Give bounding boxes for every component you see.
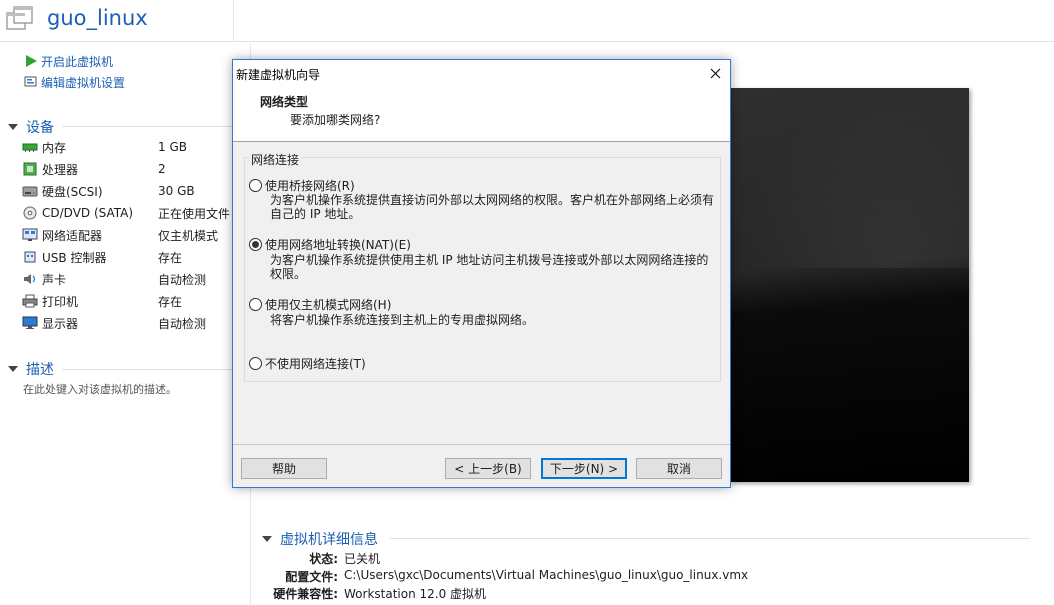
devices-heading: 设备 — [26, 120, 54, 136]
device-name: 硬盘(SCSI) — [42, 184, 103, 199]
device-name: USB 控制器 — [42, 250, 107, 265]
device-row-processor[interactable]: 处理器 2 — [22, 159, 250, 179]
device-row-usb[interactable]: USB 控制器 存在 — [22, 247, 250, 267]
section-divider — [62, 369, 232, 370]
vm-screen-preview[interactable] — [730, 88, 969, 482]
radio-circle[interactable] — [249, 179, 262, 192]
detail-row-config: 配置文件: C:\Users\gxc\Documents\Virtual Mac… — [262, 568, 1042, 586]
cd-dvd-icon — [23, 206, 37, 220]
collapse-triangle-icon — [8, 366, 18, 372]
radio-host-only[interactable]: 使用仅主机模式网络(H) — [249, 296, 391, 313]
collapse-triangle-icon — [262, 536, 272, 542]
network-adapter-icon — [22, 228, 38, 241]
group-label: 网络连接 — [249, 151, 302, 168]
device-row-sound-card[interactable]: 声卡 自动检测 — [22, 269, 250, 289]
radio-circle[interactable] — [249, 238, 262, 251]
page-subheading: 要添加哪类网络? — [290, 113, 381, 127]
radio-description: 为客户机操作系统提供直接访问外部以太网网络的权限。客户机在外部网络上必须有自己的… — [270, 193, 715, 221]
radio-nat[interactable]: 使用网络地址转换(NAT)(E) — [249, 236, 411, 253]
close-button[interactable] — [701, 61, 729, 85]
devices-section-header[interactable]: 设备 — [8, 117, 54, 137]
detail-value: 已关机 — [344, 552, 381, 566]
sound-card-icon — [24, 274, 36, 284]
edit-settings-link[interactable]: 编辑虚拟机设置 — [24, 74, 125, 90]
back-button[interactable]: < 上一步(B) — [445, 458, 531, 479]
virtual-machine-icon — [6, 6, 33, 30]
close-icon — [710, 68, 720, 78]
vm-title: guo_linux — [47, 6, 148, 30]
power-on-label: 开启此虚拟机 — [41, 54, 114, 69]
device-name: CD/DVD (SATA) — [42, 206, 134, 220]
usb-icon — [24, 251, 36, 263]
radio-label: 使用网络地址转换(NAT)(E) — [265, 238, 411, 252]
detail-row-status: 状态: 已关机 — [262, 550, 1042, 568]
dialog-banner: 网络类型 要添加哪类网络? — [233, 86, 730, 142]
device-name: 打印机 — [42, 294, 79, 309]
detail-value: C:\Users\gxc\Documents\Virtual Machines\… — [344, 568, 749, 582]
new-vm-wizard-dialog: 新建虚拟机向导 网络类型 要添加哪类网络? 网络连接 使用桥接网络(R) 为客户… — [232, 59, 731, 488]
header-divider — [233, 0, 234, 42]
device-row-hard-disk[interactable]: 硬盘(SCSI) 30 GB — [22, 181, 250, 201]
device-row-memory[interactable]: 内存 1 GB — [22, 137, 250, 157]
help-button[interactable]: 帮助 — [241, 458, 327, 479]
dialog-titlebar[interactable]: 新建虚拟机向导 — [233, 60, 730, 86]
power-on-link[interactable]: 开启此虚拟机 — [24, 53, 113, 69]
radio-label: 不使用网络连接(T) — [265, 357, 366, 371]
radio-circle[interactable] — [249, 357, 262, 370]
details-heading: 虚拟机详细信息 — [280, 532, 378, 548]
hard-disk-icon — [22, 186, 38, 197]
device-name: 网络适配器 — [42, 228, 103, 243]
device-row-cd-dvd[interactable]: CD/DVD (SATA) 正在使用文件 E: — [22, 203, 250, 223]
memory-icon — [22, 143, 38, 152]
page-heading: 网络类型 — [260, 95, 309, 109]
printer-icon — [22, 294, 38, 308]
device-name: 声卡 — [42, 272, 67, 287]
detail-label: 状态: — [309, 552, 338, 566]
device-row-printer[interactable]: 打印机 存在 — [22, 291, 250, 311]
vm-header: guo_linux — [0, 0, 1054, 42]
footer-divider — [233, 444, 730, 445]
cancel-button[interactable]: 取消 — [636, 458, 722, 479]
radio-label: 使用仅主机模式网络(H) — [265, 298, 392, 312]
radio-bridged[interactable]: 使用桥接网络(R) — [249, 177, 355, 194]
radio-no-network[interactable]: 不使用网络连接(T) — [249, 355, 366, 372]
processor-icon — [23, 162, 37, 176]
device-name: 显示器 — [42, 316, 79, 331]
device-row-network-adapter[interactable]: 网络适配器 仅主机模式 — [22, 225, 250, 245]
radio-label: 使用桥接网络(R) — [265, 179, 355, 193]
section-divider — [62, 126, 232, 127]
radio-circle[interactable] — [249, 298, 262, 311]
play-icon — [24, 54, 38, 68]
dialog-title: 新建虚拟机向导 — [236, 68, 321, 82]
next-button[interactable]: 下一步(N) > — [541, 458, 627, 479]
detail-row-compat: 硬件兼容性: Workstation 12.0 虚拟机 — [262, 585, 1042, 603]
settings-icon — [24, 75, 38, 89]
device-row-display[interactable]: 显示器 自动检测 — [22, 313, 250, 333]
description-heading: 描述 — [26, 362, 54, 378]
device-name: 处理器 — [42, 162, 79, 177]
detail-label: 硬件兼容性: — [273, 587, 338, 601]
display-icon — [22, 316, 38, 329]
edit-settings-label: 编辑虚拟机设置 — [41, 75, 126, 90]
detail-label: 配置文件: — [285, 570, 338, 584]
radio-description: 将客户机操作系统连接到主机上的专用虚拟网络。 — [270, 313, 535, 327]
collapse-triangle-icon — [8, 124, 18, 130]
radio-description: 为客户机操作系统提供使用主机 IP 地址访问主机拨号连接或外部以太网网络连接的权… — [270, 253, 709, 281]
description-section-header[interactable]: 描述 — [8, 359, 54, 379]
device-name: 内存 — [42, 140, 67, 155]
section-divider — [390, 538, 1030, 539]
details-section-header[interactable]: 虚拟机详细信息 — [262, 529, 378, 549]
detail-value: Workstation 12.0 虚拟机 — [344, 587, 487, 601]
description-hint[interactable]: 在此处键入对该虚拟机的描述。 — [23, 381, 177, 397]
